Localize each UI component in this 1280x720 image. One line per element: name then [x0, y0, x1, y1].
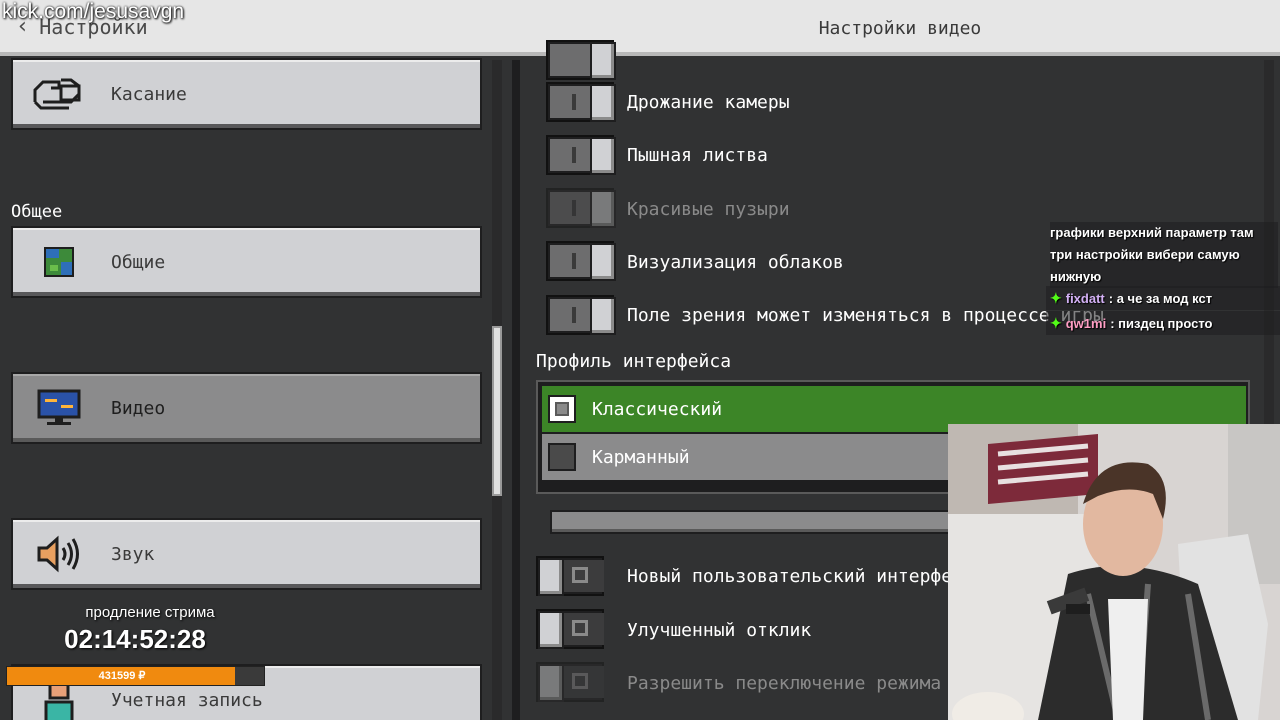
sidebar-item-label: Видео [111, 397, 166, 419]
profile-option-label: Карманный [592, 446, 690, 468]
stream-timer: 02:14:52:28 [64, 624, 206, 654]
sidebar-item-label: Общие [111, 251, 166, 273]
option-label: Красивые пузыри [627, 199, 790, 220]
page-title: Настройки видео [818, 18, 982, 39]
toggle-allow-mode-switch [536, 662, 604, 702]
sidebar-item-label: Касание [111, 83, 187, 105]
toggle-improved-response[interactable] [536, 609, 604, 649]
donation-amount: 431599 ₽ [98, 670, 146, 682]
stream-chat-overlay: графики верхний параметр там три настрой… [1046, 222, 1280, 336]
toggle-fancy-leaves[interactable] [546, 135, 616, 175]
option-label: Поле зрения может изменяться в процессе … [627, 305, 1104, 326]
chat-separator: : [1110, 315, 1119, 331]
touch-icon [29, 70, 89, 118]
badge-icon: ✦ [1050, 289, 1062, 306]
chat-text: пиздец просто [1118, 315, 1213, 331]
profile-section-title: Профиль интерфейса [536, 351, 732, 372]
globe-icon [29, 238, 89, 286]
sidebar-item-label: Учетная запись [111, 689, 263, 711]
top-bar: ‹ Настройки Настройки видео [0, 0, 1280, 56]
stream-url-watermark: kick.com/jesusavgn [2, 0, 185, 23]
chat-username: qw1mi [1065, 315, 1107, 331]
toggle-render-clouds[interactable] [546, 241, 616, 281]
chat-message: ✦ fixdatt : а че за мод кст [1046, 286, 1280, 310]
sidebar-scrollbar-thumb[interactable] [492, 326, 502, 496]
toggle-fancy-bubbles [546, 188, 616, 228]
chat-message: ✦ qw1mi : пиздец просто [1046, 311, 1280, 335]
sidebar-item-general[interactable]: Общие [11, 226, 482, 298]
sidebar-item-video[interactable]: Видео [11, 372, 482, 444]
radio-unchecked-icon [548, 443, 576, 471]
chat-separator: : [1108, 290, 1117, 306]
radio-checked-icon [548, 395, 576, 423]
toggle-camera-shake[interactable] [546, 82, 616, 122]
option-label: Разрешить переключение режима [627, 673, 942, 694]
sidebar-item-label: Звук [111, 543, 155, 565]
stream-extension-label: продление стрима [85, 604, 215, 621]
chat-message-continued: графики верхний параметр там три настрой… [1050, 222, 1278, 288]
sidebar-item-sound[interactable]: Звук [11, 518, 482, 590]
monitor-icon [29, 384, 89, 432]
sidebar-item-touch[interactable]: Касание [11, 58, 482, 130]
toggle-partial-top[interactable] [546, 40, 616, 80]
slider-track[interactable] [550, 510, 970, 534]
donation-progress-bar: 431599 ₽ [6, 666, 265, 686]
badge-icon: ✦ [1050, 314, 1062, 331]
profile-option-label: Классический [592, 398, 723, 420]
speaker-icon [29, 530, 89, 578]
toggle-new-ui[interactable] [536, 556, 604, 596]
option-label: Улучшенный отклик [627, 620, 812, 641]
panel-divider [512, 60, 520, 720]
chat-text: а че за мод кст [1116, 290, 1213, 306]
webcam-feed [948, 424, 1280, 720]
option-label: Новый пользовательский интерфейс [627, 566, 974, 587]
option-label: Дрожание камеры [627, 92, 790, 113]
toggle-fov-changes[interactable] [546, 295, 616, 335]
section-title-general: Общее [11, 202, 63, 222]
chat-username: fixdatt [1065, 290, 1105, 306]
option-label: Визуализация облаков [627, 252, 844, 273]
option-label: Пышная листва [627, 145, 768, 166]
